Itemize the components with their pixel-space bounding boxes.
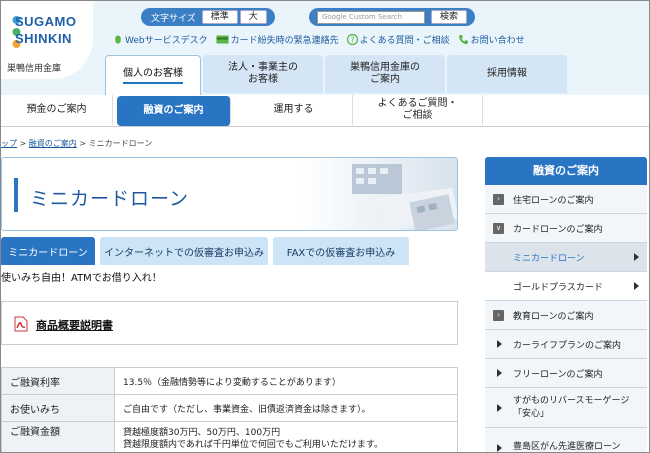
table-row: お使いみち ご自由です（ただし、事業資金、旧債返済資金は除きます）。 bbox=[1, 394, 458, 422]
sidebar-item-label: すがものリバースモーゲージ「安心」 bbox=[513, 395, 630, 419]
table-row: ご融資金額 貸越極度額30万円、50万円、100万円 貸越限度額内であれば千円単… bbox=[1, 421, 458, 452]
contact-label: お問い合わせ bbox=[470, 36, 525, 46]
tab-personal[interactable]: 個人のお客様 bbox=[105, 55, 201, 95]
product-tabs: ミニカードローン インターネットでの仮審査お申込み FAXでの仮審査お申込み bbox=[1, 237, 414, 265]
font-size-large-button[interactable]: 大 bbox=[239, 10, 267, 24]
tab-internet-application[interactable]: インターネットでの仮審査お申込み bbox=[100, 237, 268, 265]
spec-value-note: 貸越限度額内であれば千円単位で何回でもご利用いただけます。 bbox=[123, 440, 384, 450]
product-summary-link[interactable]: 商品概要説明書 bbox=[36, 317, 113, 333]
page-banner: ミニカードローン bbox=[1, 157, 458, 231]
arrow-right-icon bbox=[497, 444, 502, 452]
logo-text: SUGAMO SHINKIN bbox=[15, 13, 77, 47]
spec-value: 貸越極度額30万円、50万円、100万円 bbox=[123, 428, 281, 438]
sidebar-item-reverse-mortgage[interactable]: すがものリバースモーゲージ「安心」 bbox=[485, 388, 647, 428]
search-button[interactable]: 検索 bbox=[431, 10, 468, 24]
arrow-right-icon bbox=[497, 340, 502, 348]
arrow-right-icon bbox=[634, 253, 639, 261]
faq-link[interactable]: ? よくある質問・ご相談 bbox=[346, 33, 450, 46]
question-icon: ? bbox=[346, 34, 358, 45]
tab-fax-application[interactable]: FAXでの仮審査お申込み bbox=[273, 237, 409, 265]
tab-recruit[interactable]: 採用情報 bbox=[447, 55, 567, 93]
subnav-invest[interactable]: 運用する bbox=[235, 95, 353, 125]
spec-value: ご自由です（ただし、事業資金、旧債返済資金は除きます）。 bbox=[114, 394, 458, 422]
search-input[interactable]: Google Custom Search bbox=[317, 10, 425, 24]
site-header: SUGAMO SHINKIN 巣鴨信用金庫 文字サイズ 標準 大 Google … bbox=[1, 1, 649, 95]
document-box: 商品概要説明書 bbox=[1, 301, 458, 345]
sidebar-item-label: 住宅ローンのご案内 bbox=[513, 195, 594, 206]
breadcrumb-loan[interactable]: 融資のご案内 bbox=[29, 139, 77, 148]
sub-nav: 預金のご案内 融資のご案内 運用する よくあるご質問・ ご相談 bbox=[1, 95, 649, 127]
spec-table: ご融資利率 13.5％（金融情勢等により変動することがあります） お使いみち ご… bbox=[1, 367, 458, 452]
breadcrumb: ップ > 融資のご案内 > ミニカードローン bbox=[1, 138, 152, 149]
sidebar-item-label: ゴールドプラスカード bbox=[513, 282, 603, 293]
sidebar-item-label: カードローンのご案内 bbox=[513, 224, 603, 235]
font-size-control: 文字サイズ 標準 大 bbox=[141, 8, 275, 26]
pdf-icon bbox=[14, 316, 28, 332]
font-size-label: 文字サイズ bbox=[151, 13, 196, 24]
sidebar-item-label: ミニカードローン bbox=[513, 253, 585, 264]
breadcrumb-separator: > bbox=[79, 139, 87, 148]
tab-business[interactable]: 法人・事業主の お客様 bbox=[203, 55, 323, 93]
arrow-right-icon bbox=[497, 369, 502, 377]
sidebar-item-card-loan[interactable]: ∨ カードローンのご案内 bbox=[485, 214, 647, 243]
sidebar: 融資のご案内 › 住宅ローンのご案内 ∨ カードローンのご案内 ミニカードローン… bbox=[485, 157, 647, 452]
subnav-deposit[interactable]: 預金のご案内 bbox=[1, 95, 113, 125]
card-lost-label: カード紛失時の緊急連絡先 bbox=[230, 36, 339, 46]
banner-illustration bbox=[302, 158, 457, 230]
faq-label: よくある質問・ご相談 bbox=[359, 36, 450, 46]
sidebar-item-education-loan[interactable]: › 教育ローンのご案内 bbox=[485, 301, 647, 330]
card-lost-link[interactable]: カード紛失時の緊急連絡先 bbox=[216, 33, 339, 46]
phone-icon bbox=[458, 35, 468, 45]
spec-label: ご融資金額 bbox=[1, 421, 115, 452]
banner-accent-bar bbox=[14, 178, 18, 212]
tab-about[interactable]: 巣鴨信用金庫の ご案内 bbox=[325, 55, 445, 93]
sidebar-title: 融資のご案内 bbox=[485, 157, 647, 185]
chevron-right-icon: › bbox=[493, 194, 504, 205]
subnav-loan[interactable]: 融資のご案内 bbox=[117, 96, 231, 126]
card-icon bbox=[216, 35, 229, 44]
sidebar-item-label: 豊島区がん先進医療ローン bbox=[513, 442, 621, 452]
arrow-right-icon bbox=[634, 282, 639, 290]
main-nav: 個人のお客様 法人・事業主の お客様 巣鴨信用金庫の ご案内 採用情報 bbox=[105, 55, 569, 95]
chevron-down-icon: ∨ bbox=[493, 223, 504, 234]
sidebar-item-housing-loan[interactable]: › 住宅ローンのご案内 bbox=[485, 185, 647, 214]
tab-mini-card-loan[interactable]: ミニカードローン bbox=[1, 237, 95, 265]
svg-text:?: ? bbox=[350, 36, 354, 45]
logo[interactable]: SUGAMO SHINKIN 巣鴨信用金庫 bbox=[1, 1, 93, 79]
spec-value: 13.5％（金融情勢等により変動することがあります） bbox=[114, 367, 458, 395]
sidebar-item-gold-plus-card[interactable]: ゴールドプラスカード bbox=[485, 272, 647, 301]
font-size-standard-button[interactable]: 標準 bbox=[201, 10, 238, 24]
browser-frame: SUGAMO SHINKIN 巣鴨信用金庫 文字サイズ 標準 大 Google … bbox=[0, 0, 650, 453]
web-service-desk-link[interactable]: Webサービスデスク bbox=[113, 33, 208, 46]
sidebar-item-free-loan[interactable]: フリーローンのご案内 bbox=[485, 359, 647, 388]
utility-links: Webサービスデスク カード紛失時の緊急連絡先 ? よくある質問・ご相談 お問い… bbox=[113, 33, 533, 46]
table-row: ご融資利率 13.5％（金融情勢等により変動することがあります） bbox=[1, 367, 458, 395]
sidebar-item-label: フリーローンのご案内 bbox=[513, 369, 603, 380]
logo-line2: SHINKIN bbox=[15, 31, 72, 46]
sidebar-item-label: カーライフプランのご案内 bbox=[513, 340, 622, 351]
spec-label: お使いみち bbox=[1, 394, 115, 422]
sidebar-item-cancer-loan[interactable]: 豊島区がん先進医療ローン bbox=[485, 428, 647, 452]
web-service-desk-label: Webサービスデスク bbox=[125, 36, 208, 46]
mouse-icon bbox=[115, 35, 121, 44]
arrow-right-icon bbox=[497, 404, 502, 412]
chevron-right-icon: › bbox=[493, 310, 504, 321]
breadcrumb-current: ミニカードローン bbox=[88, 139, 153, 148]
spec-value-cell: 貸越極度額30万円、50万円、100万円 貸越限度額内であれば千円単位で何回でも… bbox=[114, 421, 458, 452]
spec-label: ご融資利率 bbox=[1, 367, 115, 395]
search-bar: Google Custom Search 検索 bbox=[309, 8, 475, 26]
logo-subtitle: 巣鴨信用金庫 bbox=[7, 64, 62, 74]
tagline: 使いみち自由！ATMでお借り入れ！ bbox=[1, 273, 162, 284]
sidebar-item-car-life-plan[interactable]: カーライフプランのご案内 bbox=[485, 330, 647, 359]
sidebar-item-mini-card-loan[interactable]: ミニカードローン bbox=[485, 243, 647, 272]
breadcrumb-home[interactable]: ップ bbox=[1, 139, 17, 148]
contact-link[interactable]: お問い合わせ bbox=[458, 33, 525, 46]
page-title: ミニカードローン bbox=[30, 188, 190, 210]
tab-personal-label: 個人のお客様 bbox=[123, 68, 183, 84]
logo-line1: SUGAMO bbox=[15, 14, 77, 29]
breadcrumb-separator: > bbox=[19, 139, 27, 148]
sidebar-item-label: 教育ローンのご案内 bbox=[513, 311, 594, 322]
subnav-faq[interactable]: よくあるご質問・ ご相談 bbox=[353, 95, 483, 125]
